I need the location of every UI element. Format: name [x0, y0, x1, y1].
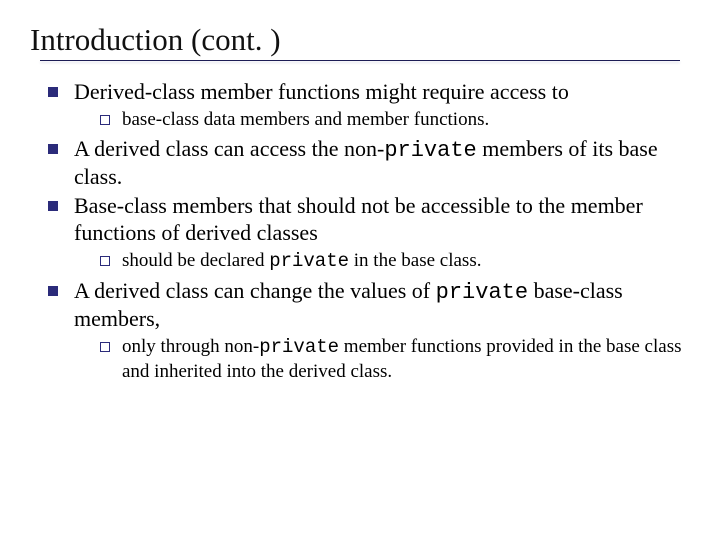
- bullet-3-sub-1-code: private: [269, 250, 349, 272]
- bullet-4-pre: A derived class can change the values of: [74, 278, 436, 303]
- body: Derived-class member functions might req…: [30, 79, 690, 384]
- bullet-1-sub-1: base-class data members and member funct…: [94, 108, 690, 132]
- bullet-1-sublist: base-class data members and member funct…: [74, 108, 690, 132]
- bullet-1: Derived-class member functions might req…: [44, 79, 690, 132]
- bullet-2-code: private: [384, 138, 476, 163]
- bullet-2-pre: A derived class can access the non-: [74, 136, 384, 161]
- bullet-3: Base-class members that should not be ac…: [44, 193, 690, 273]
- bullet-1-text: Derived-class member functions might req…: [74, 79, 569, 104]
- bullet-4: A derived class can change the values of…: [44, 278, 690, 384]
- bullet-2: A derived class can access the non-priva…: [44, 136, 690, 192]
- bullet-3-text: Base-class members that should not be ac…: [74, 193, 643, 245]
- title-underline: [40, 60, 680, 61]
- slide-title: Introduction (cont. ): [30, 22, 690, 58]
- bullet-3-sub-1-post: in the base class.: [349, 250, 481, 271]
- bullet-3-sublist: should be declared private in the base c…: [74, 249, 690, 274]
- bullet-4-sub-1-pre: only through non-: [122, 336, 259, 357]
- bullet-4-code: private: [436, 280, 528, 305]
- bullet-3-sub-1: should be declared private in the base c…: [94, 249, 690, 274]
- bullet-4-sub-1-code: private: [259, 336, 339, 358]
- bullet-list: Derived-class member functions might req…: [30, 79, 690, 384]
- bullet-4-sub-1: only through non-private member function…: [94, 335, 690, 384]
- title-block: Introduction (cont. ): [30, 22, 690, 61]
- bullet-4-sublist: only through non-private member function…: [74, 335, 690, 384]
- slide: Introduction (cont. ) Derived-class memb…: [0, 0, 720, 540]
- bullet-3-sub-1-pre: should be declared: [122, 250, 269, 271]
